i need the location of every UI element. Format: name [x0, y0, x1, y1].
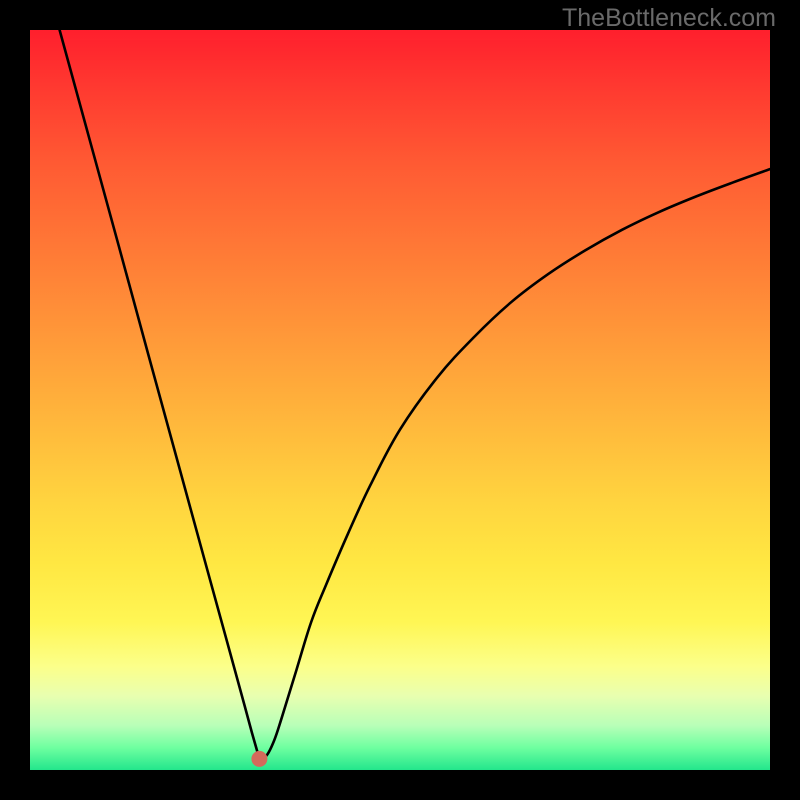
bottleneck-curve [60, 30, 770, 759]
watermark-text: TheBottleneck.com [562, 4, 776, 33]
chart-frame: TheBottleneck.com [0, 0, 800, 800]
plot-area [30, 30, 770, 770]
curve-layer [30, 30, 770, 770]
minimum-marker [251, 751, 267, 767]
